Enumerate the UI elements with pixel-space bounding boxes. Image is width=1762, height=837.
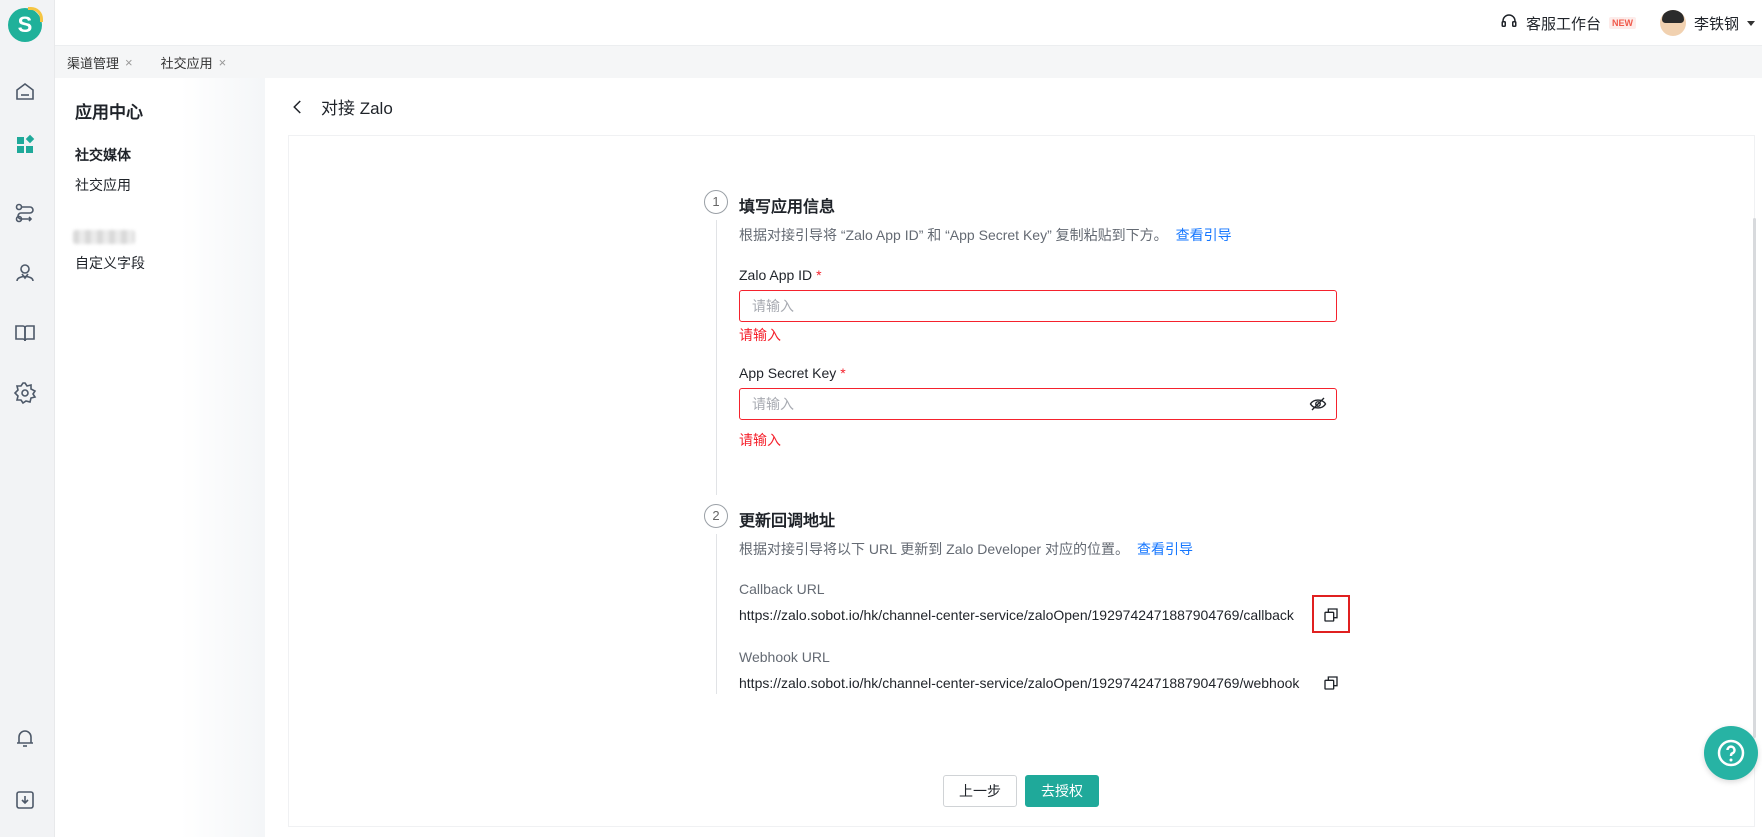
step-2-description: 根据对接引导将以下 URL 更新到 Zalo Developer 对应的位置。查… [739, 539, 1193, 559]
authorize-button[interactable]: 去授权 [1025, 775, 1099, 807]
workspace-label: 客服工作台 [1526, 15, 1602, 33]
sidebar-title: 应用中心 [75, 103, 143, 122]
page-header: 对接 Zalo [289, 94, 393, 119]
avatar [1660, 10, 1686, 36]
route-icon[interactable] [13, 201, 37, 225]
question-icon [1717, 739, 1745, 767]
secret-key-label: App Secret Key * [739, 365, 846, 381]
workspace-link[interactable]: 客服工作台 NEW [1500, 11, 1637, 35]
new-badge: NEW [1609, 17, 1637, 29]
step-1-title: 填写应用信息 [739, 199, 836, 216]
secret-key-label-text: App Secret Key [739, 365, 837, 381]
close-icon[interactable]: × [125, 55, 133, 70]
prev-step-button[interactable]: 上一步 [943, 775, 1017, 807]
user-menu[interactable]: 李铁钢 [1660, 9, 1756, 37]
scrollbar[interactable] [1753, 218, 1756, 738]
chevron-down-icon [1747, 20, 1756, 26]
step-2-guide-link[interactable]: 查看引导 [1137, 541, 1193, 557]
required-mark: * [816, 267, 822, 283]
top-bar: 客服工作台 NEW 李铁钢 [55, 0, 1762, 46]
main-content: 对接 Zalo [265, 78, 1762, 837]
tab-bar: 渠道管理 × 社交应用 × [55, 46, 1762, 78]
step-2-title: 更新回调地址 [739, 513, 836, 530]
redacted-item [73, 230, 135, 244]
required-mark: * [840, 365, 846, 381]
help-button[interactable] [1704, 726, 1758, 780]
step-1-description: 根据对接引导将 “Zalo App ID” 和 “App Secret Key”… [739, 225, 1232, 245]
webhook-url-value: https://zalo.sobot.io/hk/channel-center-… [739, 675, 1300, 691]
page-title: 对接 Zalo [321, 99, 393, 118]
bell-icon[interactable] [13, 726, 37, 750]
callback-url-label: Callback URL [739, 581, 825, 597]
copy-icon[interactable] [1323, 675, 1339, 691]
home-icon[interactable] [13, 80, 37, 104]
book-icon[interactable] [13, 321, 37, 345]
sidebar-item-custom-fields[interactable]: 自定义字段 [75, 253, 145, 273]
tab-channel-management[interactable]: 渠道管理 × [67, 53, 133, 72]
tab-social-apps[interactable]: 社交应用 × [161, 53, 227, 72]
step-2-line [716, 534, 717, 694]
copy-icon[interactable] [1323, 607, 1339, 623]
webhook-url-label: Webhook URL [739, 649, 830, 665]
step-2-desc-text: 根据对接引导将以下 URL 更新到 Zalo Developer 对应的位置。 [739, 541, 1129, 557]
app-id-error: 请输入 [739, 327, 781, 343]
app-id-label-text: Zalo App ID [739, 267, 813, 283]
step-2-number: 2 [704, 504, 728, 528]
step-1-desc-text: 根据对接引导将 “Zalo App ID” 和 “App Secret Key”… [739, 227, 1168, 243]
headset-icon [1500, 12, 1518, 34]
tab-label: 社交应用 [160, 55, 213, 71]
secret-key-input[interactable] [739, 388, 1337, 420]
app-logo[interactable]: S [8, 7, 43, 42]
eye-off-icon[interactable] [1309, 395, 1327, 413]
app-id-input[interactable] [739, 290, 1337, 322]
left-rail: S [0, 0, 55, 837]
secret-key-error: 请输入 [739, 432, 781, 448]
apps-icon[interactable] [13, 133, 37, 157]
back-arrow-icon[interactable] [289, 98, 307, 116]
app-id-label: Zalo App ID * [739, 267, 822, 283]
gear-icon[interactable] [13, 381, 37, 405]
callback-url-value: https://zalo.sobot.io/hk/channel-center-… [739, 607, 1294, 623]
step-1-number: 1 [704, 190, 728, 214]
user-group-icon[interactable] [13, 261, 37, 285]
sidebar-item-social-apps[interactable]: 社交应用 [75, 175, 131, 195]
app-center-sidebar: 应用中心 社交媒体 社交应用 自定义字段 [55, 78, 265, 837]
step-1-guide-link[interactable]: 查看引导 [1176, 227, 1232, 243]
user-name: 李铁钢 [1694, 15, 1740, 33]
tab-label: 渠道管理 [67, 55, 120, 71]
step-1-line [716, 220, 717, 495]
sidebar-group-social-media: 社交媒体 [75, 147, 131, 163]
close-icon[interactable]: × [219, 55, 227, 70]
download-icon[interactable] [13, 788, 37, 812]
